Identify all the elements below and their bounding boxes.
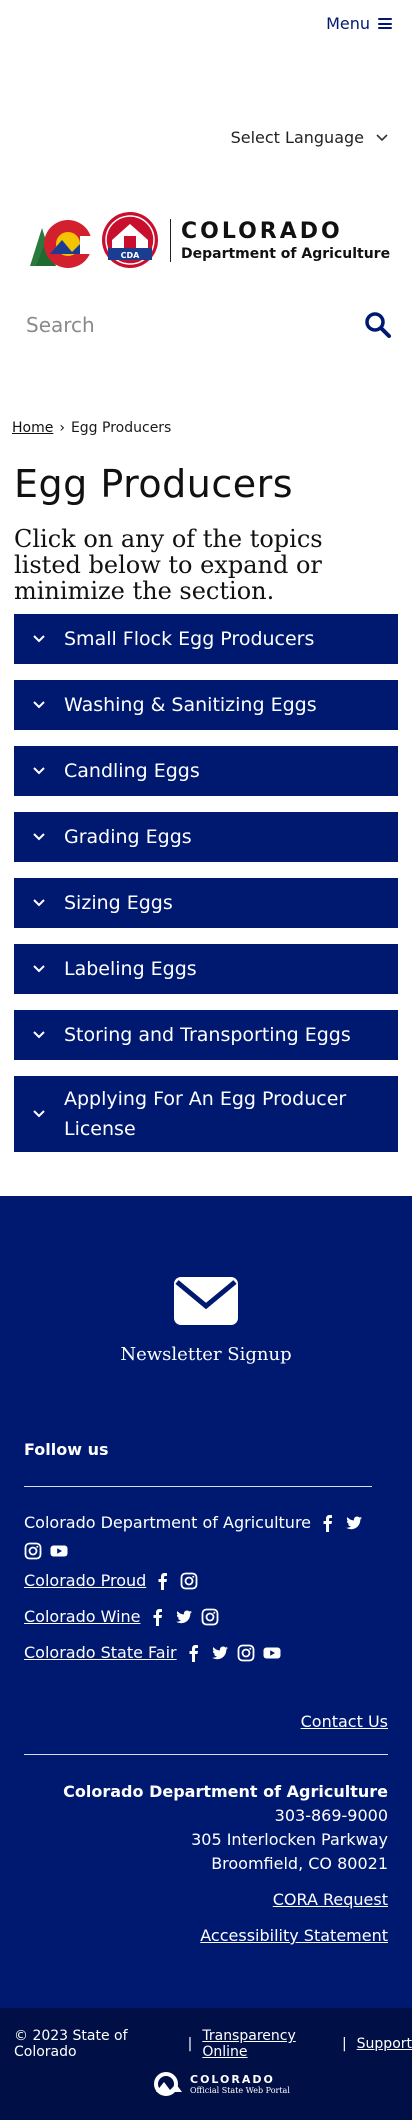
chevron-down-icon <box>14 965 64 973</box>
chevron-down-icon <box>14 833 64 841</box>
youtube-icon[interactable] <box>50 1542 68 1560</box>
youtube-icon[interactable] <box>263 1644 281 1662</box>
chevron-down-icon <box>14 767 64 775</box>
transparency-online-link[interactable]: Transparency Online <box>202 2028 332 2060</box>
social-row-cda: Colorado Department of Agriculture <box>24 1512 388 1560</box>
instagram-icon[interactable] <box>201 1608 219 1626</box>
facebook-icon[interactable] <box>185 1644 203 1662</box>
accordion-item[interactable]: Small Flock Egg Producers <box>14 614 398 664</box>
separator: | <box>341 2036 347 2052</box>
accessibility-statement-link[interactable]: Accessibility Statement <box>63 1924 388 1948</box>
intro-text: Click on any of the topics listed below … <box>14 525 323 605</box>
facebook-icon[interactable] <box>154 1572 172 1590</box>
search-bar <box>26 302 392 348</box>
instagram-icon[interactable] <box>180 1572 198 1590</box>
accordion-item[interactable]: Sizing Eggs <box>14 878 398 928</box>
accordion-label: Washing & Sanitizing Eggs <box>64 694 317 716</box>
cda-badge-label: CDA <box>121 251 141 260</box>
separator: | <box>187 2036 193 2052</box>
social-name-link[interactable]: Colorado Proud <box>24 1570 146 1592</box>
contact-us-link[interactable]: Contact Us <box>301 1712 388 1731</box>
accordion-item[interactable]: Labeling Eggs <box>14 944 398 994</box>
search-icon[interactable] <box>364 311 392 339</box>
search-input[interactable] <box>26 313 326 337</box>
divider <box>24 1486 372 1487</box>
accordion-item[interactable]: Storing and Transporting Eggs <box>14 1010 398 1060</box>
social-name-link[interactable]: Colorado Wine <box>24 1606 141 1628</box>
support-link[interactable]: Support <box>357 2036 412 2052</box>
address-block: Colorado Department of Agriculture 303-8… <box>63 1780 388 1948</box>
follow-us-heading: Follow us <box>24 1440 109 1459</box>
envelope-icon <box>173 1277 239 1330</box>
cda-logo[interactable]: CDA COLORADO Department of Agriculture <box>24 208 390 272</box>
hamburger-icon <box>378 18 392 29</box>
twitter-icon[interactable] <box>175 1608 193 1626</box>
twitter-icon[interactable] <box>211 1644 229 1662</box>
colorado-c-icon <box>154 2072 182 2096</box>
portal-logo-title: COLORADO <box>190 2073 275 2086</box>
site-footer: Newsletter Signup Follow us Colorado Dep… <box>0 1196 412 2008</box>
menu-label: Menu <box>326 14 370 33</box>
accordion-label: Grading Eggs <box>64 826 192 848</box>
social-row-proud: Colorado Proud <box>24 1570 388 1592</box>
social-name-link[interactable]: Colorado State Fair <box>24 1642 177 1664</box>
accordion-label: Candling Eggs <box>64 760 200 782</box>
portal-logo-subtitle: Official State Web Portal <box>190 2086 290 2095</box>
chevron-down-icon <box>376 133 388 141</box>
social-row-state-fair: Colorado State Fair <box>24 1642 388 1664</box>
breadcrumb-separator: › <box>59 420 65 436</box>
accordion-label: Storing and Transporting Eggs <box>64 1024 351 1046</box>
org-name: Colorado Department of Agriculture <box>63 1782 388 1801</box>
logo-title: COLORADO <box>181 218 343 244</box>
accordion-item[interactable]: Applying For An Egg Producer License <box>14 1076 398 1152</box>
breadcrumb-home-link[interactable]: Home <box>12 420 53 436</box>
colorado-portal-logo[interactable]: COLORADO Official State Web Portal <box>152 2072 290 2096</box>
social-row-wine: Colorado Wine <box>24 1606 388 1628</box>
logo-text: COLORADO Department of Agriculture <box>170 218 391 262</box>
accordion-label: Sizing Eggs <box>64 892 173 914</box>
chevron-down-icon <box>14 1110 64 1118</box>
city-address: Broomfield, CO 80021 <box>211 1854 388 1873</box>
accordion-label: Applying For An Egg Producer License <box>64 1088 347 1140</box>
top-bar: Menu <box>0 0 412 52</box>
street-address: 305 Interlocken Parkway <box>191 1830 388 1849</box>
language-select[interactable]: Select Language <box>231 128 388 147</box>
instagram-icon[interactable] <box>24 1542 42 1560</box>
social-name: Colorado Department of Agriculture <box>24 1513 312 1532</box>
facebook-icon[interactable] <box>149 1608 167 1626</box>
logo-subtitle: Department of Agriculture <box>181 245 391 262</box>
accordion-item[interactable]: Candling Eggs <box>14 746 398 796</box>
chevron-down-icon <box>14 701 64 709</box>
bottom-bar: © 2023 State of Colorado | Transparency … <box>0 2008 412 2120</box>
menu-button[interactable]: Menu <box>326 14 392 33</box>
cda-badge-icon: CDA <box>102 212 158 268</box>
instagram-icon[interactable] <box>237 1644 255 1662</box>
newsletter-label: Newsletter Signup <box>120 1344 292 1365</box>
breadcrumb: Home › Egg Producers <box>12 420 171 436</box>
breadcrumb-current: Egg Producers <box>70 420 172 436</box>
colorado-c-logo-icon <box>30 220 100 268</box>
accordion: Small Flock Egg Producers Washing & Sani… <box>14 614 398 1168</box>
accordion-label: Labeling Eggs <box>64 958 197 980</box>
language-label: Select Language <box>230 128 364 147</box>
accordion-label: Small Flock Egg Producers <box>64 628 315 650</box>
newsletter-signup-link[interactable]: Newsletter Signup <box>0 1276 412 1365</box>
chevron-down-icon <box>14 899 64 907</box>
copyright-text: © 2023 State of Colorado <box>14 2028 128 2060</box>
cora-request-link[interactable]: CORA Request <box>63 1888 388 1912</box>
accordion-item[interactable]: Grading Eggs <box>14 812 398 862</box>
facebook-icon[interactable] <box>319 1514 337 1532</box>
divider <box>24 1754 388 1755</box>
twitter-icon[interactable] <box>345 1514 363 1532</box>
chevron-down-icon <box>14 1031 64 1039</box>
page-title: Egg Producers <box>14 462 294 506</box>
phone-number[interactable]: 303-869-9000 <box>63 1804 388 1828</box>
chevron-down-icon <box>14 635 64 643</box>
accordion-item[interactable]: Washing & Sanitizing Eggs <box>14 680 398 730</box>
